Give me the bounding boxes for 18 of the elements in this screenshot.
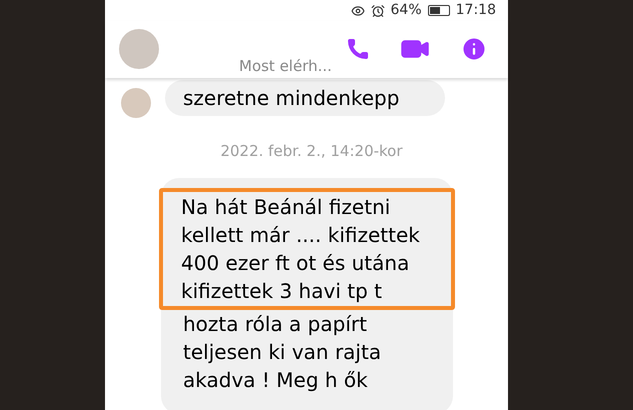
battery-level: 64% xyxy=(390,1,422,20)
message-text: szeretne mindenkepp xyxy=(183,84,400,112)
message-text: akadva ! Meg h ők xyxy=(183,367,368,394)
message-text: Na hát Beánál fizetni xyxy=(181,194,390,221)
message-timestamp: 2022. febr. 2., 14:20-kor xyxy=(219,140,404,162)
message-text: kellett már .... kifizettek xyxy=(181,222,420,249)
phone-icon[interactable] xyxy=(346,37,370,62)
message-text: teljesen ki van rajta xyxy=(183,339,382,366)
eye-icon xyxy=(350,4,365,18)
battery-icon xyxy=(428,5,450,16)
message-text: kifizettek 3 havi tp t xyxy=(181,278,382,305)
contact-status: Most elérh... xyxy=(239,56,332,77)
clock: 17:18 xyxy=(456,1,496,20)
avatar xyxy=(121,88,151,118)
message-text: 400 ezer ft ot és utána xyxy=(181,250,410,277)
avatar xyxy=(119,29,159,70)
message-text: hozta róla a papírt xyxy=(183,311,367,338)
alarm-icon xyxy=(370,4,385,18)
